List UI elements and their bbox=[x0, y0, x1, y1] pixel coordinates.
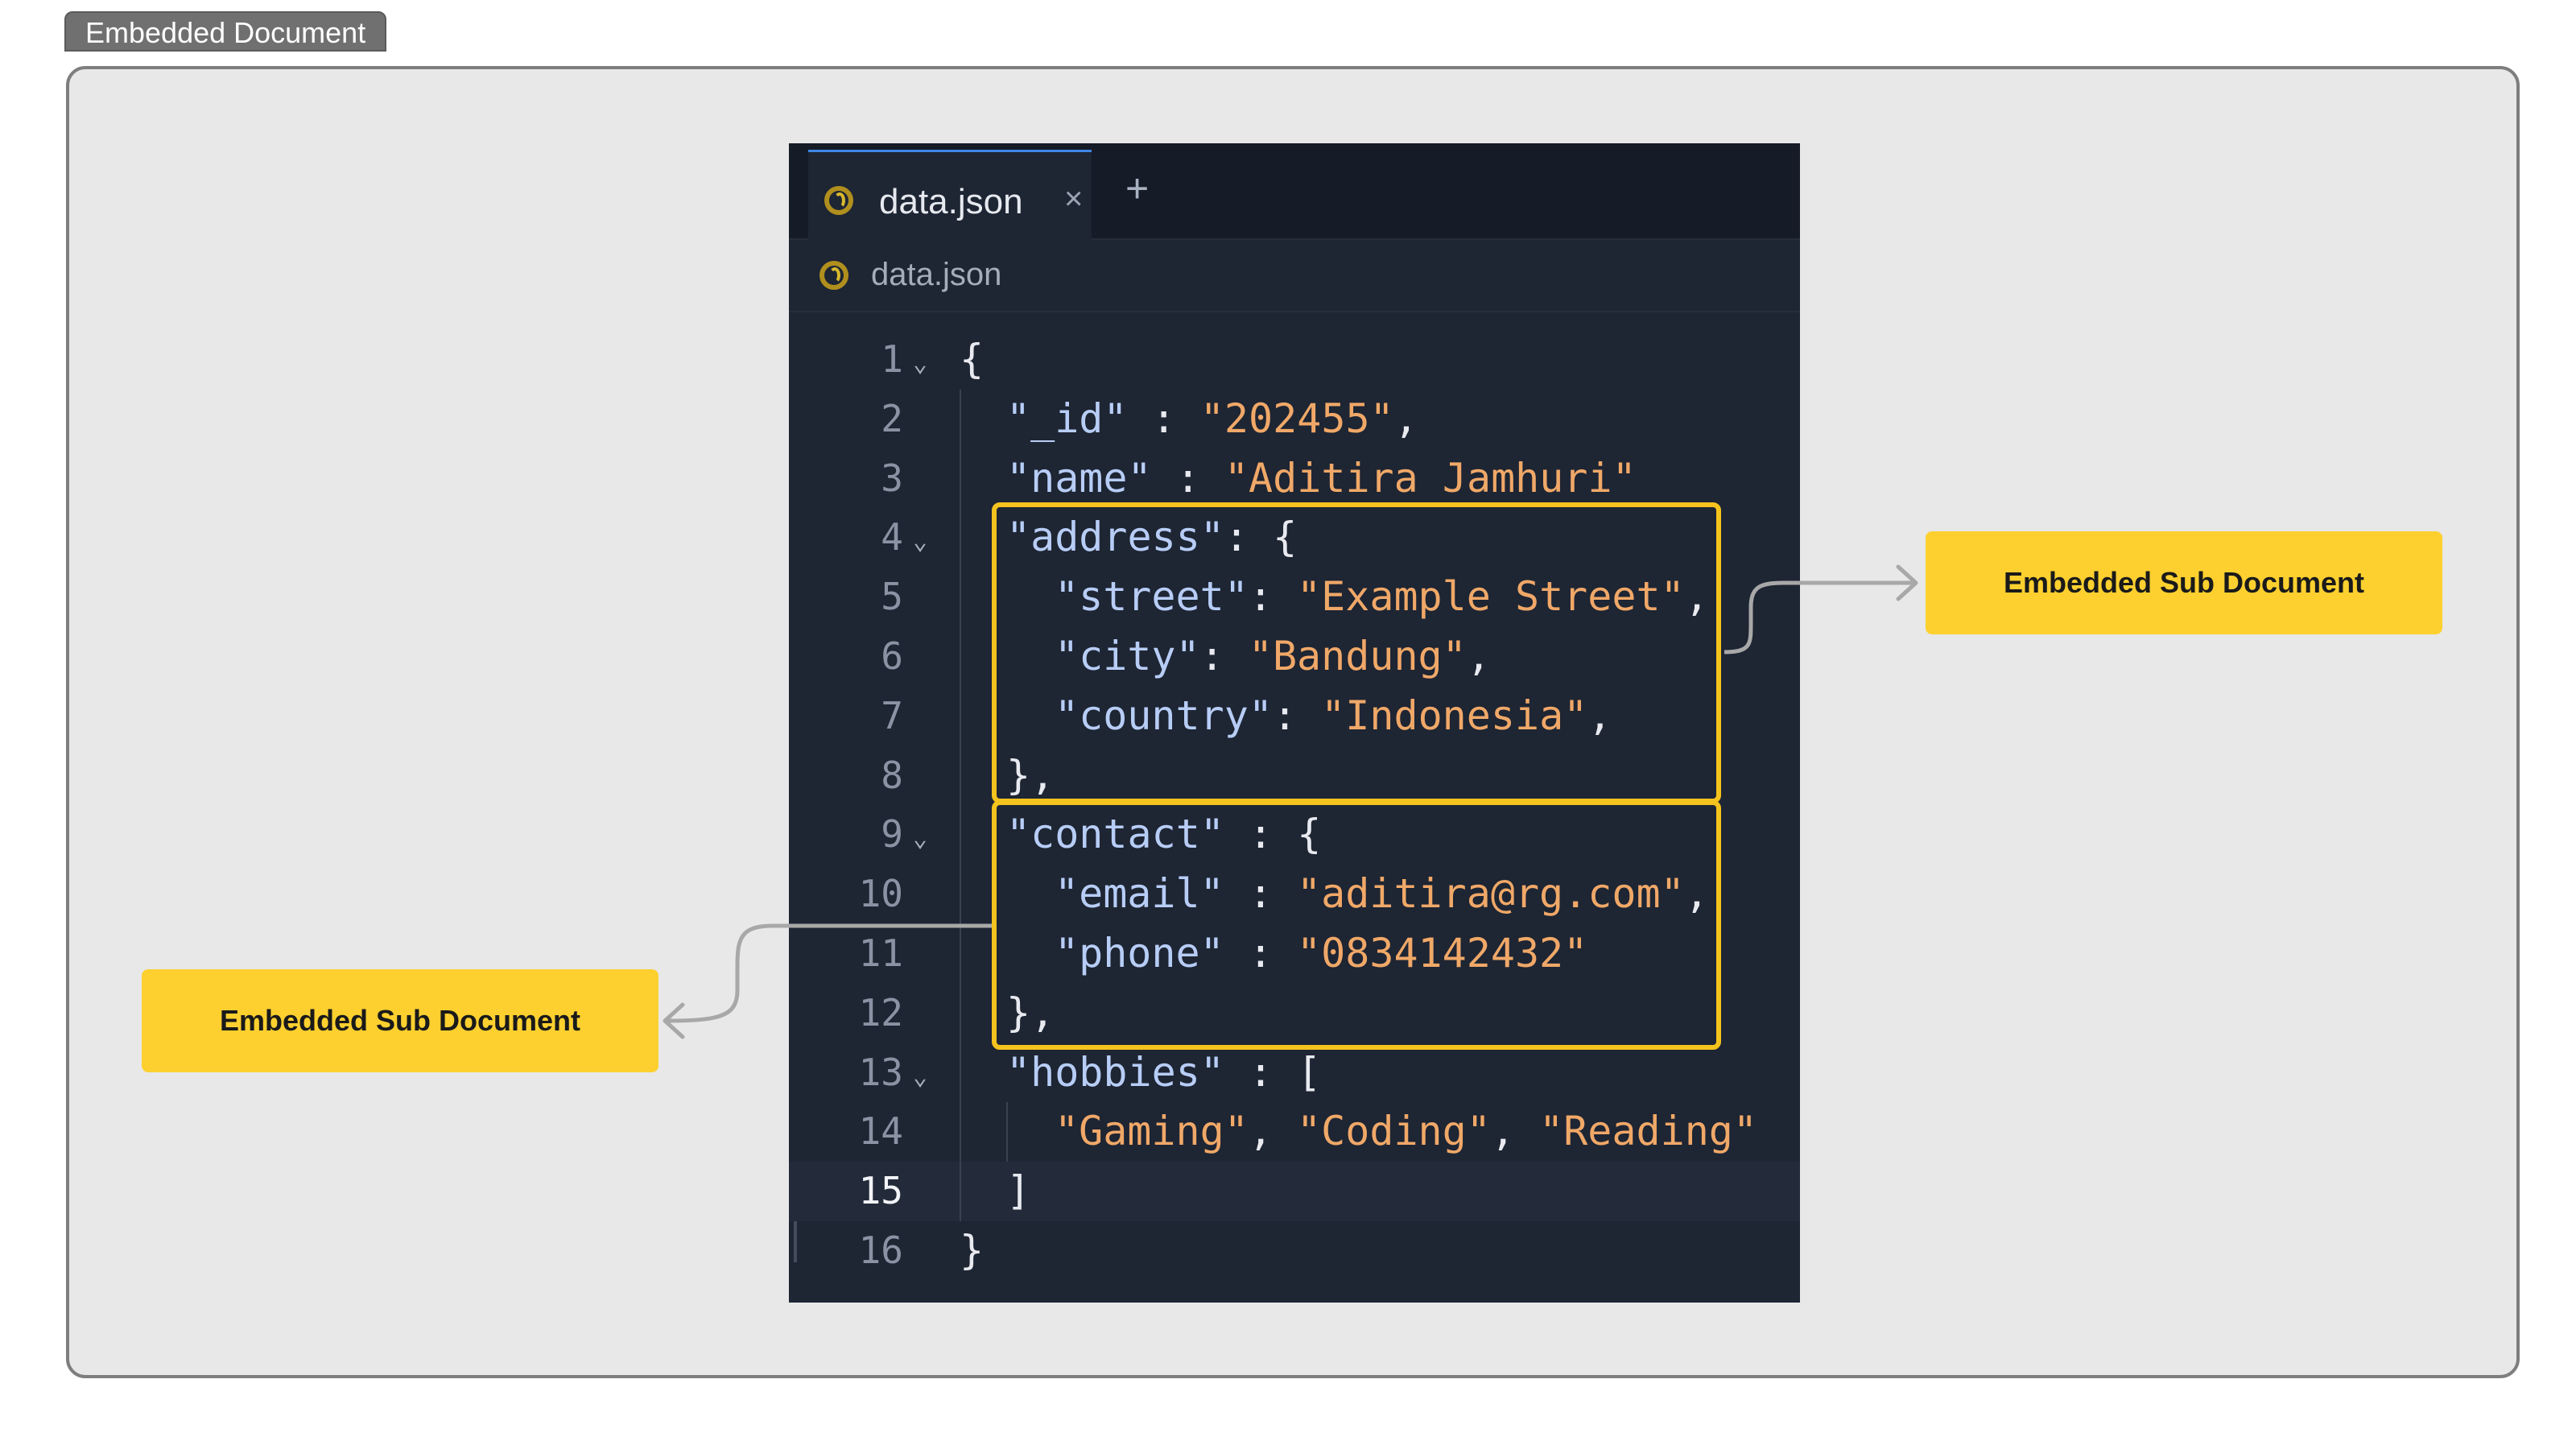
connector-address bbox=[1724, 580, 1914, 654]
callout-embedded-sub-document-left: Embedded Sub Document bbox=[142, 969, 658, 1072]
callout-embedded-sub-document-right: Embedded Sub Document bbox=[1926, 531, 2442, 634]
connector-contact bbox=[666, 923, 992, 1023]
connectors bbox=[663, 564, 1918, 1039]
